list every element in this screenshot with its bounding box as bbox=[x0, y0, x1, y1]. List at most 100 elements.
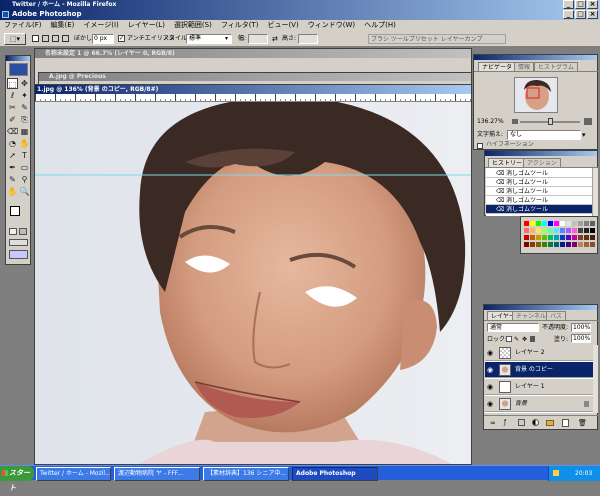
style-dropdown-icon[interactable]: ▾ bbox=[225, 35, 232, 43]
toolbox-title-bar[interactable] bbox=[6, 56, 30, 61]
menu-item-5[interactable]: フィルタ(T) bbox=[221, 21, 259, 29]
type-tool-icon[interactable]: ▭ bbox=[19, 162, 30, 173]
color-swatch[interactable] bbox=[590, 235, 595, 240]
foreground-color-swatch[interactable] bbox=[10, 206, 20, 216]
history-item[interactable]: ⌫ 消しゴムツール bbox=[486, 196, 592, 205]
maximize-button[interactable]: □ bbox=[575, 0, 586, 9]
color-swatch[interactable] bbox=[548, 221, 553, 226]
tab-channels[interactable]: チャンネル bbox=[512, 311, 550, 320]
palette-well[interactable]: ブラシ ツールプリセット レイヤーカンプ bbox=[368, 34, 506, 44]
color-swatch[interactable] bbox=[566, 242, 571, 247]
lock-position-icon[interactable]: ✥ bbox=[522, 336, 527, 343]
color-swatch[interactable] bbox=[536, 235, 541, 240]
color-swatch[interactable] bbox=[530, 228, 535, 233]
zoom-slider-thumb[interactable] bbox=[548, 118, 553, 125]
notes-tool-icon[interactable]: ✋ bbox=[7, 186, 18, 197]
shape-tool-icon[interactable]: ⚲ bbox=[19, 174, 30, 185]
history-item[interactable]: ⌫ 消しゴムツール bbox=[486, 169, 592, 178]
color-swatch[interactable] bbox=[542, 228, 547, 233]
color-swatch[interactable] bbox=[530, 221, 535, 226]
color-swatch[interactable] bbox=[578, 228, 583, 233]
tab-history[interactable]: ヒストリー bbox=[488, 158, 527, 167]
document-front-title[interactable]: 1.jpg @ 136% (背景 のコピー, RGB/8#) bbox=[35, 85, 471, 94]
dodge-tool-icon[interactable]: T bbox=[19, 150, 30, 161]
add-selection-icon[interactable] bbox=[42, 35, 49, 42]
layer-row[interactable]: ◉ 背景 のコピー bbox=[485, 362, 593, 378]
color-swatch[interactable] bbox=[572, 235, 577, 240]
color-swatch[interactable] bbox=[566, 228, 571, 233]
menu-item-0[interactable]: ファイル(F) bbox=[4, 21, 42, 29]
width-input[interactable] bbox=[248, 34, 268, 44]
zoom-out-icon[interactable] bbox=[512, 119, 518, 124]
alignment-dropdown-icon[interactable]: ▾ bbox=[582, 130, 586, 140]
visibility-eye-icon[interactable]: ◉ bbox=[487, 366, 495, 374]
new-selection-icon[interactable] bbox=[32, 35, 39, 42]
color-swatch[interactable] bbox=[554, 235, 559, 240]
color-swatch[interactable] bbox=[584, 242, 589, 247]
navigator-preview[interactable] bbox=[514, 77, 558, 113]
feather-input[interactable]: 0 px bbox=[92, 34, 114, 44]
fill-input[interactable]: 100% bbox=[571, 334, 591, 343]
history-item[interactable]: ⌫ 消しゴムツール bbox=[486, 187, 592, 196]
tab-info[interactable]: 情報 bbox=[514, 62, 535, 71]
color-swatch[interactable] bbox=[524, 221, 529, 226]
adjustment-layer-icon[interactable] bbox=[532, 419, 539, 426]
zoom-in-icon[interactable] bbox=[584, 118, 592, 125]
layer-row[interactable]: ◉ レイヤー 1 bbox=[485, 379, 593, 395]
path-selection-icon[interactable]: ✒ bbox=[7, 162, 18, 173]
color-swatch[interactable] bbox=[554, 221, 559, 226]
intersect-selection-icon[interactable] bbox=[62, 35, 69, 42]
color-swatch[interactable] bbox=[560, 221, 565, 226]
photoshop-title-bar[interactable]: Adobe Photoshop _ □ × bbox=[0, 9, 600, 20]
color-swatch[interactable] bbox=[548, 235, 553, 240]
opacity-input[interactable]: 100% bbox=[571, 323, 591, 332]
swap-icon[interactable]: ⇄ bbox=[272, 34, 278, 44]
tab-histogram[interactable]: ヒストグラム bbox=[534, 62, 578, 71]
visibility-eye-icon[interactable]: ◉ bbox=[487, 349, 495, 357]
color-swatch[interactable] bbox=[590, 221, 595, 226]
color-swatch[interactable] bbox=[524, 242, 529, 247]
taskbar-button[interactable]: Adobe Photoshop bbox=[292, 467, 378, 481]
hyphenation-checkbox[interactable] bbox=[477, 143, 483, 149]
color-swatch[interactable] bbox=[542, 221, 547, 226]
menu-item-4[interactable]: 選択範囲(S) bbox=[174, 21, 212, 29]
eyedropper-tool-icon[interactable]: 🔍 bbox=[19, 186, 30, 197]
height-input[interactable] bbox=[298, 34, 318, 44]
color-swatch[interactable] bbox=[578, 242, 583, 247]
move-tool-icon[interactable]: ✥ bbox=[19, 78, 30, 89]
brush-tool-icon[interactable]: ⎘ bbox=[19, 114, 30, 125]
history-scrollbar[interactable] bbox=[592, 168, 598, 216]
crop-tool-icon[interactable]: ✂ bbox=[7, 102, 18, 113]
visibility-eye-icon[interactable]: ◉ bbox=[487, 383, 495, 391]
color-swatch[interactable] bbox=[548, 228, 553, 233]
blend-mode-select[interactable]: 通常 bbox=[487, 323, 539, 332]
tab-navigator[interactable]: ナビゲータ bbox=[478, 62, 517, 71]
tab-actions[interactable]: アクション bbox=[523, 158, 561, 167]
start-button[interactable]: スタート bbox=[0, 466, 34, 492]
layer-style-icon[interactable]: ƒ bbox=[504, 419, 506, 427]
gradient-tool-icon[interactable]: ✋ bbox=[19, 138, 30, 149]
healing-brush-icon[interactable]: ✐ bbox=[7, 114, 18, 125]
screen-mode-icon[interactable] bbox=[9, 239, 28, 246]
lock-transparency-icon[interactable] bbox=[506, 336, 512, 342]
navigator-zoom-value[interactable]: 136.27% bbox=[477, 118, 504, 126]
menu-item-1[interactable]: 編集(E) bbox=[51, 21, 75, 29]
menu-item-2[interactable]: イメージ(I) bbox=[83, 21, 118, 29]
clock[interactable]: 20:03 bbox=[575, 466, 592, 481]
clone-stamp-icon[interactable]: ⌫ bbox=[7, 126, 18, 137]
minimize-button[interactable]: _ bbox=[563, 0, 574, 9]
ps-minimize-button[interactable]: _ bbox=[563, 10, 574, 19]
color-swatch[interactable] bbox=[584, 235, 589, 240]
blur-tool-icon[interactable]: ➚ bbox=[7, 150, 18, 161]
color-swatch[interactable] bbox=[548, 242, 553, 247]
color-swatch[interactable] bbox=[536, 242, 541, 247]
color-swatch[interactable] bbox=[566, 221, 571, 226]
menu-item-3[interactable]: レイヤー(L) bbox=[128, 21, 165, 29]
color-swatch[interactable] bbox=[560, 235, 565, 240]
firefox-title-bar[interactable]: Twitter / ホーム - Mozilla Firefox _ □ × bbox=[0, 0, 600, 9]
history-item[interactable]: ⌫ 消しゴムツール bbox=[486, 178, 592, 187]
color-swatch[interactable] bbox=[560, 242, 565, 247]
subtract-selection-icon[interactable] bbox=[52, 35, 59, 42]
color-swatch[interactable] bbox=[572, 228, 577, 233]
color-swatch[interactable] bbox=[524, 235, 529, 240]
